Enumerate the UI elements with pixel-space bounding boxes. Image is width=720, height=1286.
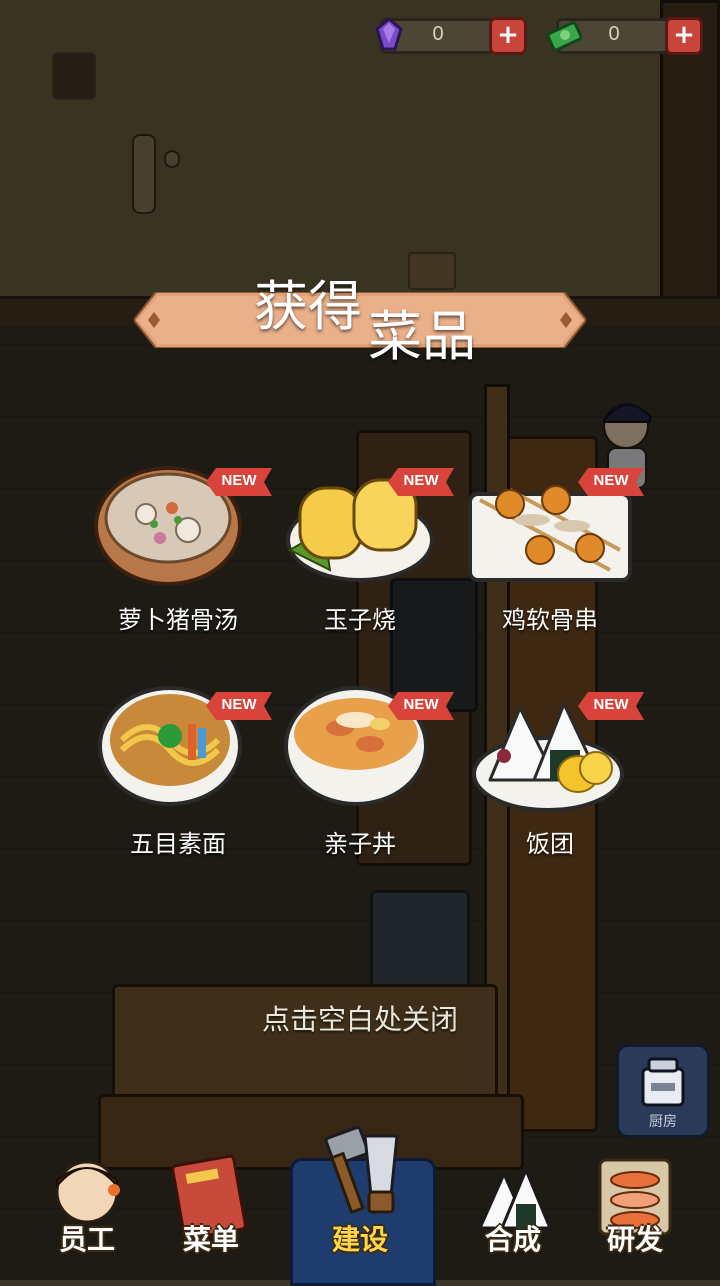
new-badge-text: NEW bbox=[593, 696, 629, 713]
new-badge-text: NEW bbox=[403, 696, 439, 713]
dish-name: 亲子丼 bbox=[324, 830, 396, 858]
new-badge: NEW bbox=[388, 692, 454, 720]
banner-title-part2: 菜品 bbox=[368, 305, 476, 368]
banner-title-part1: 获得 bbox=[254, 275, 362, 338]
new-badge-text: NEW bbox=[593, 472, 629, 489]
new-badge: NEW bbox=[206, 692, 272, 720]
bottom-nav: 员工 菜单 建设 合成 研发 bbox=[0, 1126, 720, 1280]
banner-title: 获得 菜品 bbox=[254, 262, 494, 368]
dish-card[interactable]: NEW 五目素面 bbox=[88, 684, 272, 874]
add-cash-button[interactable]: + bbox=[665, 17, 703, 55]
new-badge-text: NEW bbox=[403, 472, 439, 489]
dish-name: 饭团 bbox=[526, 830, 574, 858]
new-badge: NEW bbox=[206, 468, 272, 496]
nav-build-label: 建设 bbox=[331, 1223, 388, 1256]
gem-counter: 0 + bbox=[375, 17, 527, 55]
nav-research[interactable]: 研发 bbox=[580, 1150, 690, 1280]
dish-card[interactable]: NEW 萝卜猪骨汤 bbox=[88, 460, 272, 650]
gem-amount: 0 bbox=[432, 23, 444, 45]
new-badge: NEW bbox=[578, 468, 644, 496]
dish-card[interactable]: NEW 鸡软骨串 bbox=[460, 460, 644, 650]
kitchen-stove-icon bbox=[641, 1057, 685, 1107]
new-badge: NEW bbox=[388, 468, 454, 496]
close-hint-text: 点击空白处关闭 bbox=[261, 1003, 458, 1036]
dish-card[interactable]: NEW 玉子烧 bbox=[270, 460, 454, 650]
nav-merge[interactable]: 合成 bbox=[458, 1150, 568, 1280]
cash-amount: 0 bbox=[608, 23, 620, 45]
nav-staff-label: 员工 bbox=[58, 1223, 115, 1256]
hammer-saw-icon bbox=[324, 1126, 399, 1215]
nav-build[interactable]: 建设 bbox=[305, 1126, 415, 1280]
kitchen-button-label: 厨房 bbox=[649, 1114, 677, 1130]
nav-research-label: 研发 bbox=[606, 1223, 663, 1256]
new-badge: NEW bbox=[578, 692, 644, 720]
dish-name: 鸡软骨串 bbox=[502, 606, 598, 634]
nav-staff[interactable]: 员工 bbox=[32, 1150, 142, 1280]
dish-card[interactable]: NEW 饭团 bbox=[460, 684, 644, 874]
nav-menu-label: 菜单 bbox=[182, 1223, 239, 1256]
nav-merge-label: 合成 bbox=[484, 1223, 541, 1256]
kitchen-button[interactable]: 厨房 bbox=[616, 1044, 710, 1138]
cash-counter: 0 + bbox=[546, 17, 703, 55]
dish-card[interactable]: NEW 亲子丼 bbox=[270, 684, 454, 874]
dish-name: 玉子烧 bbox=[324, 606, 396, 634]
new-badge-text: NEW bbox=[221, 696, 257, 713]
nav-menu[interactable]: 菜单 bbox=[156, 1150, 266, 1280]
add-gems-button[interactable]: + bbox=[489, 17, 527, 55]
new-badge-text: NEW bbox=[221, 472, 257, 489]
